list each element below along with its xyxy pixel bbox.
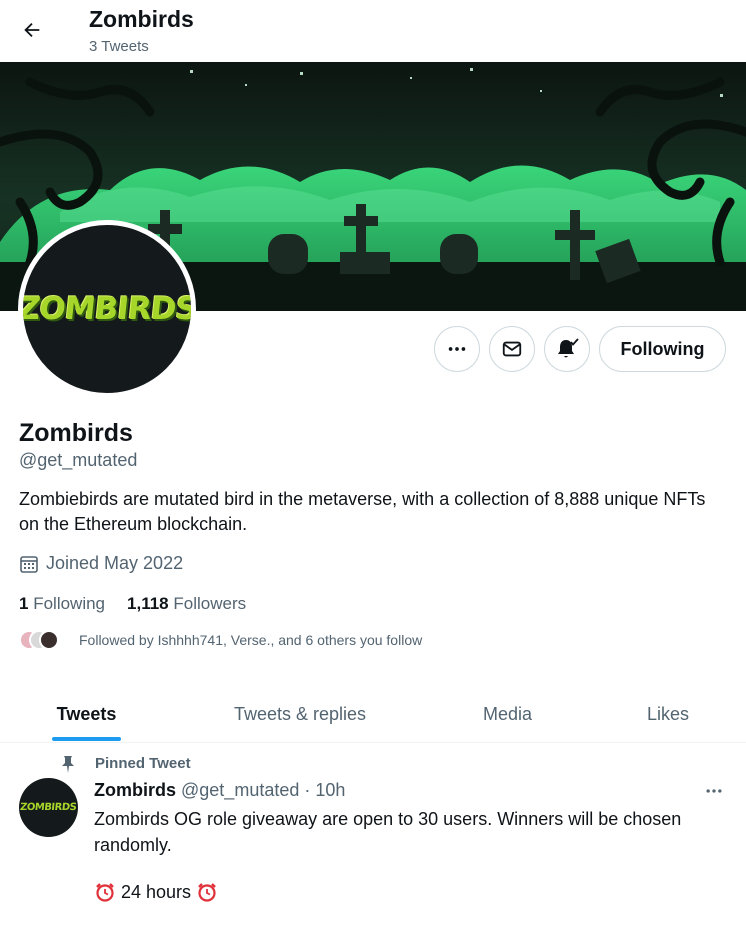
tab-tweets[interactable]: Tweets	[40, 686, 133, 743]
profile-name: Zombirds	[19, 419, 133, 447]
followed-by-text: Followed by Ishhhh741, Verse., and 6 oth…	[79, 632, 423, 648]
pin-icon	[62, 756, 74, 773]
tweet-time[interactable]: 10h	[315, 780, 345, 801]
tab-tweets-replies[interactable]: Tweets & replies	[210, 686, 390, 743]
tweet-count: 3 Tweets	[89, 38, 149, 55]
arrow-left-icon	[24, 22, 40, 38]
following-link[interactable]: 1 Following	[19, 594, 105, 614]
tab-media[interactable]: Media	[460, 686, 555, 743]
follow-stats: 1 Following 1,118 Followers	[19, 594, 246, 614]
followed-by[interactable]: Followed by Ishhhh741, Verse., and 6 oth…	[19, 628, 422, 652]
calendar-icon	[20, 555, 38, 573]
following-label: Following	[33, 594, 106, 613]
bell-check-icon	[558, 338, 579, 358]
alarm-clock-icon	[198, 883, 216, 902]
tweet-countdown: 24 hours	[94, 881, 218, 903]
followers-count: 1,118	[127, 594, 169, 613]
tweet-separator: ·	[304, 780, 311, 800]
tweet-author-handle[interactable]: @get_mutated	[181, 780, 299, 801]
more-button[interactable]	[434, 326, 480, 372]
top-bar: Zombirds 3 Tweets	[0, 0, 746, 62]
back-button[interactable]	[14, 12, 50, 48]
tweet-header: Zombirds @get_mutated · 10h	[94, 780, 345, 801]
countdown-text: 24 hours	[121, 881, 192, 902]
profile-bio: Zombiebirds are mutated bird in the meta…	[19, 489, 706, 534]
active-tab-indicator	[52, 737, 121, 741]
message-button[interactable]	[489, 326, 535, 372]
avatar	[39, 630, 59, 650]
joined-text: Joined May 2022	[46, 553, 184, 573]
following-button[interactable]: Following	[599, 326, 726, 372]
followers-label: Followers	[173, 594, 247, 613]
joined-date: Joined May 2022	[19, 553, 183, 574]
profile-handle: @get_mutated	[19, 450, 138, 470]
following-count: 1	[19, 594, 29, 613]
pin-indicator	[58, 754, 78, 774]
envelope-icon	[502, 341, 522, 357]
zombirds-logo: ZOMBIRDS	[19, 802, 78, 813]
mutual-avatars	[19, 628, 63, 652]
alarm-clock-icon	[96, 883, 114, 902]
profile-avatar[interactable]: ZOMBIRDS	[18, 220, 196, 398]
more-icon	[448, 347, 466, 351]
tweet-text: Zombirds OG role giveaway are open to 30…	[94, 809, 682, 855]
more-icon	[706, 789, 722, 793]
tweet-author-name[interactable]: Zombirds	[94, 780, 176, 801]
profile-tabs: Tweets Tweets & replies Media Likes	[0, 686, 746, 743]
notifications-button[interactable]	[544, 326, 590, 372]
pinned-label: Pinned Tweet	[95, 755, 191, 772]
tweet-more-button[interactable]	[696, 778, 732, 804]
followers-link[interactable]: 1,118 Followers	[127, 594, 246, 614]
tweet-author-avatar[interactable]: ZOMBIRDS	[19, 778, 78, 837]
tab-likes[interactable]: Likes	[630, 686, 706, 743]
page-title: Zombirds	[89, 6, 194, 32]
zombirds-logo: ZOMBIRDS	[18, 291, 196, 327]
